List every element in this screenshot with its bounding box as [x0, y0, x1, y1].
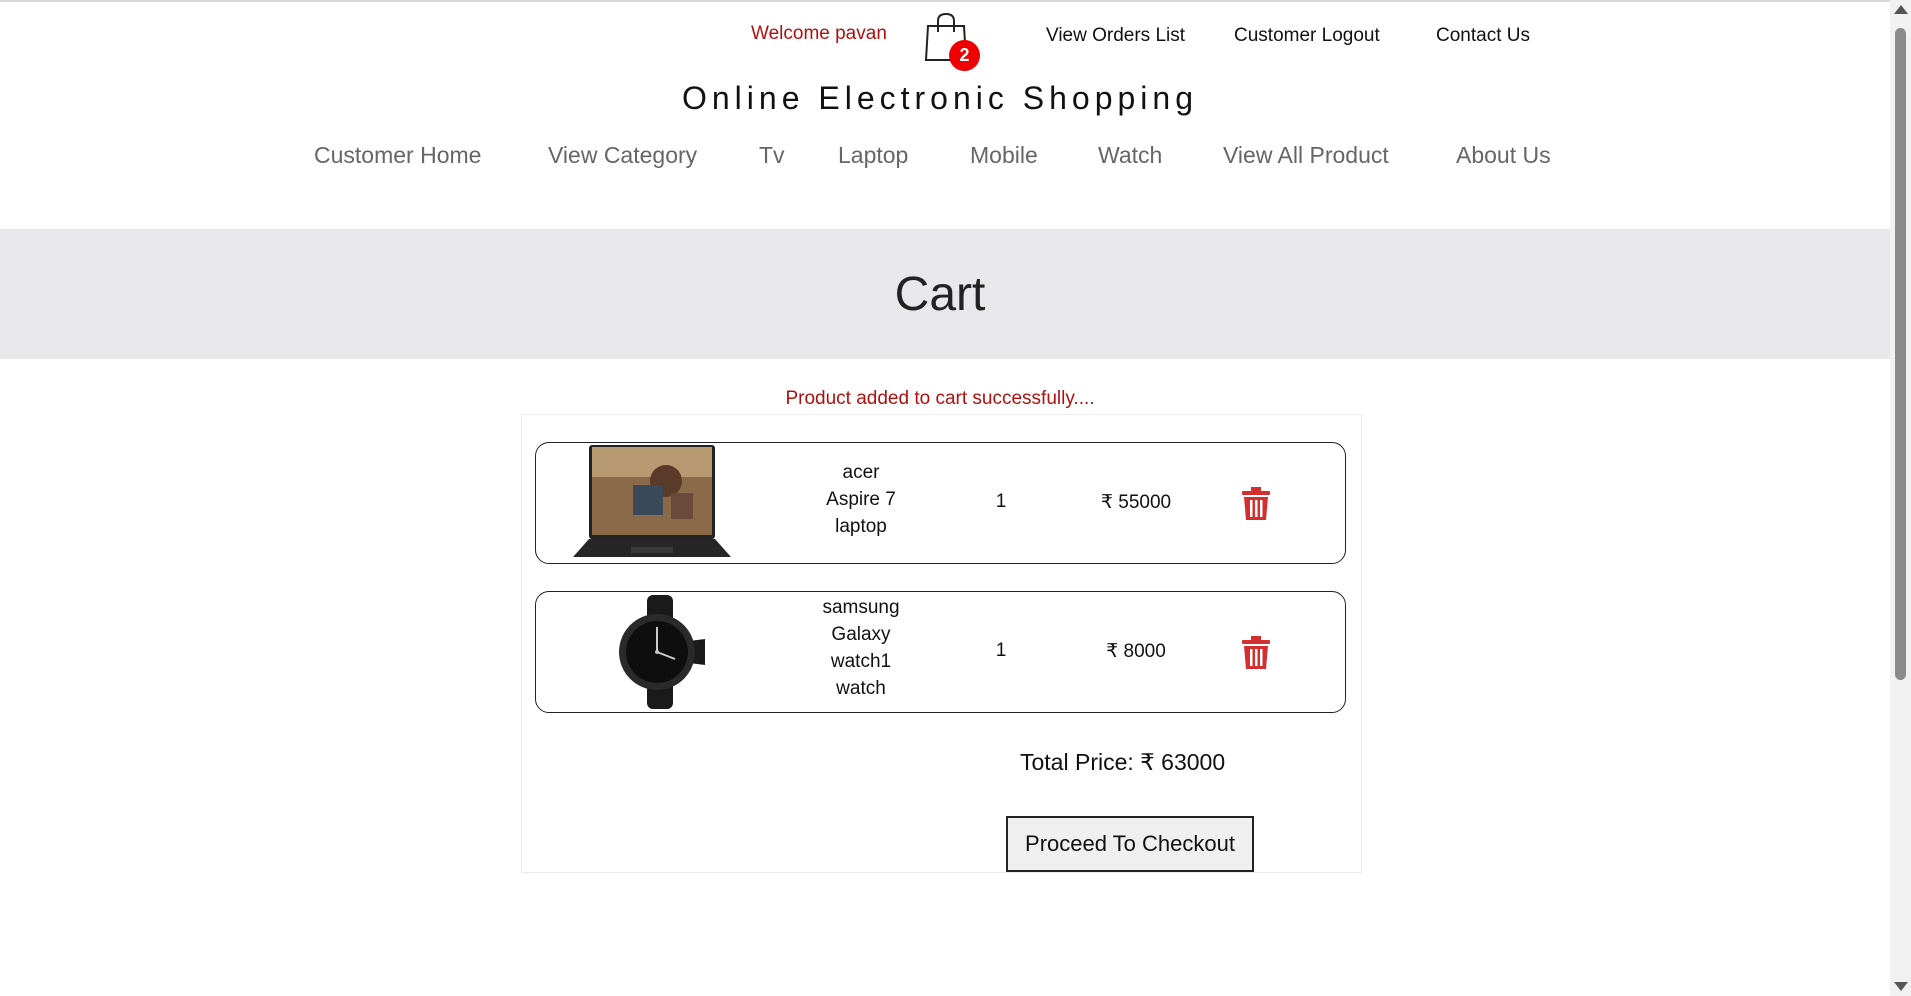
delete-item-button[interactable]	[1241, 636, 1271, 670]
proceed-to-checkout-button[interactable]: Proceed To Checkout	[1006, 816, 1254, 872]
view-orders-link[interactable]: View Orders List	[1046, 25, 1185, 47]
nav-watch[interactable]: Watch	[1098, 142, 1162, 169]
product-name-line: watch	[836, 678, 886, 699]
product-name: acer Aspire 7 laptop	[786, 459, 936, 540]
nav-mobile[interactable]: Mobile	[970, 142, 1038, 169]
watch-product-image	[619, 595, 705, 709]
welcome-message: Welcome pavan	[751, 23, 887, 44]
product-name-line: Aspire 7	[826, 489, 896, 510]
delete-item-button[interactable]	[1241, 487, 1271, 521]
customer-logout-link[interactable]: Customer Logout	[1234, 25, 1380, 47]
product-quantity: 1	[995, 640, 1007, 661]
nav-customer-home[interactable]: Customer Home	[314, 142, 481, 169]
cart-panel: acer Aspire 7 laptop 1 ₹ 55000 samsung G…	[521, 414, 1362, 873]
laptop-product-image	[573, 445, 731, 557]
top-border	[0, 0, 1890, 2]
status-message: Product added to cart successfully....	[785, 388, 1095, 409]
main-nav: Customer Home View Category Tv Laptop Mo…	[0, 142, 1890, 182]
product-name-line: laptop	[835, 516, 887, 537]
page-title: Cart	[894, 268, 986, 321]
site-title: Online Electronic Shopping	[681, 80, 1198, 116]
nav-view-category[interactable]: View Category	[548, 142, 697, 169]
cart-count-badge: 2	[949, 40, 980, 71]
total-price: Total Price: ₹ 63000	[1020, 749, 1226, 775]
product-name-line: acer	[842, 462, 880, 483]
cart-item: acer Aspire 7 laptop 1 ₹ 55000	[535, 442, 1346, 564]
vertical-scrollbar[interactable]	[1890, 0, 1911, 996]
contact-us-link[interactable]: Contact Us	[1436, 25, 1530, 47]
trash-icon	[1242, 487, 1270, 520]
cart-button[interactable]: 2	[922, 12, 980, 72]
product-name-line: samsung	[822, 597, 900, 618]
product-quantity: 1	[995, 491, 1007, 512]
scrollbar-thumb[interactable]	[1895, 28, 1906, 680]
product-name-line: watch1	[830, 651, 892, 672]
page-banner: Cart	[0, 229, 1890, 359]
product-price: ₹ 8000	[1106, 641, 1166, 662]
scroll-down-arrow-icon[interactable]	[1894, 982, 1908, 991]
product-price: ₹ 55000	[1100, 492, 1172, 513]
product-name: samsung Galaxy watch1 watch	[786, 594, 936, 702]
trash-icon	[1242, 636, 1270, 669]
nav-about-us[interactable]: About Us	[1456, 142, 1551, 169]
scroll-up-arrow-icon[interactable]	[1894, 5, 1908, 14]
nav-tv[interactable]: Tv	[759, 142, 785, 169]
product-name-line: Galaxy	[831, 624, 891, 645]
nav-view-all-product[interactable]: View All Product	[1223, 142, 1389, 169]
cart-item: samsung Galaxy watch1 watch 1 ₹ 8000	[535, 591, 1346, 713]
nav-laptop[interactable]: Laptop	[838, 142, 908, 169]
